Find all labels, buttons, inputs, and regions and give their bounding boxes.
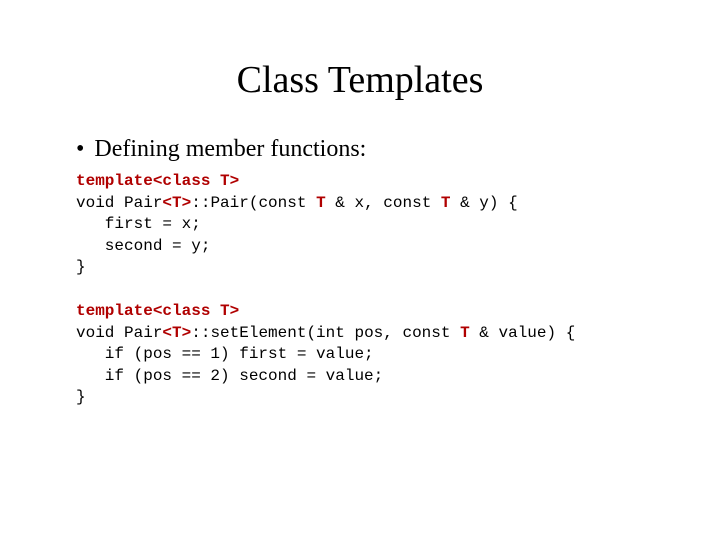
code-keyword: T [441,194,451,212]
spacer [60,279,660,301]
code-keyword: template<class T> [76,172,239,190]
code-text: first = x; [76,215,201,233]
code-keyword: T [460,324,470,342]
code-block-1: template<class T> void Pair<T>::Pair(con… [60,171,660,279]
code-text: ::Pair(const [191,194,316,212]
slide: Class Templates • Defining member functi… [0,0,720,540]
code-text: } [76,258,86,276]
code-keyword: <T> [162,194,191,212]
bullet-item: • Defining member functions: [60,136,660,163]
code-block-2: template<class T> void Pair<T>::setEleme… [60,301,660,409]
code-text: & y) { [451,194,518,212]
code-text: & value) { [470,324,576,342]
code-text: ::setElement(int pos, const [191,324,460,342]
bullet-text: Defining member functions: [94,136,366,163]
code-keyword: template<class T> [76,302,239,320]
code-text: } [76,388,86,406]
code-text: void Pair [76,324,162,342]
code-text: & x, const [326,194,441,212]
code-text: void Pair [76,194,162,212]
code-keyword: <T> [162,324,191,342]
slide-title: Class Templates [60,58,660,102]
code-text: if (pos == 2) second = value; [76,367,383,385]
code-text: if (pos == 1) first = value; [76,345,374,363]
bullet-dot-icon: • [76,136,84,163]
code-keyword: T [316,194,326,212]
code-text: second = y; [76,237,210,255]
